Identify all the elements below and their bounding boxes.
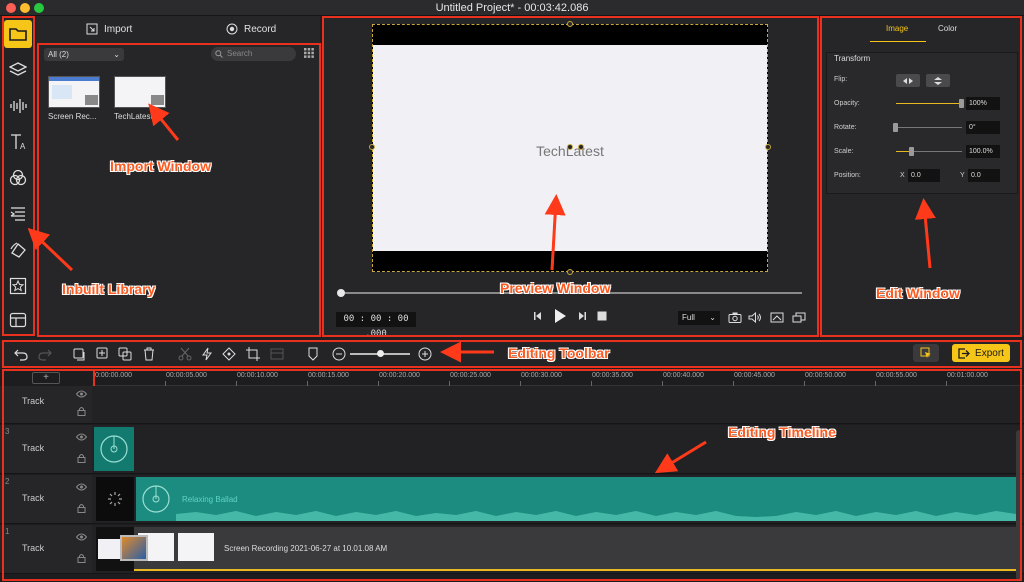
import-icon [86,23,98,35]
frame-inbuilt-library [2,16,35,336]
title-bar: Untitled Project* - 00:03:42.086 [0,0,1024,16]
import-button[interactable]: Import [86,23,132,35]
record-button[interactable]: Record [226,23,276,35]
callout-edit-window: Edit Window [876,285,960,301]
frame-editing-timeline [2,369,1022,581]
import-header: Import Record [36,16,320,44]
callout-inbuilt-library: Inbuilt Library [62,281,156,297]
window-title: Untitled Project* - 00:03:42.086 [435,2,589,14]
callout-editing-toolbar: Editing Toolbar [508,345,610,361]
callout-preview-window: Preview Window [500,280,611,296]
record-icon [226,23,238,35]
callout-import-window: Import Window [110,158,211,174]
import-label: Import [104,23,133,35]
callout-editing-timeline: Editing Timeline [728,424,836,440]
record-label: Record [244,23,277,35]
